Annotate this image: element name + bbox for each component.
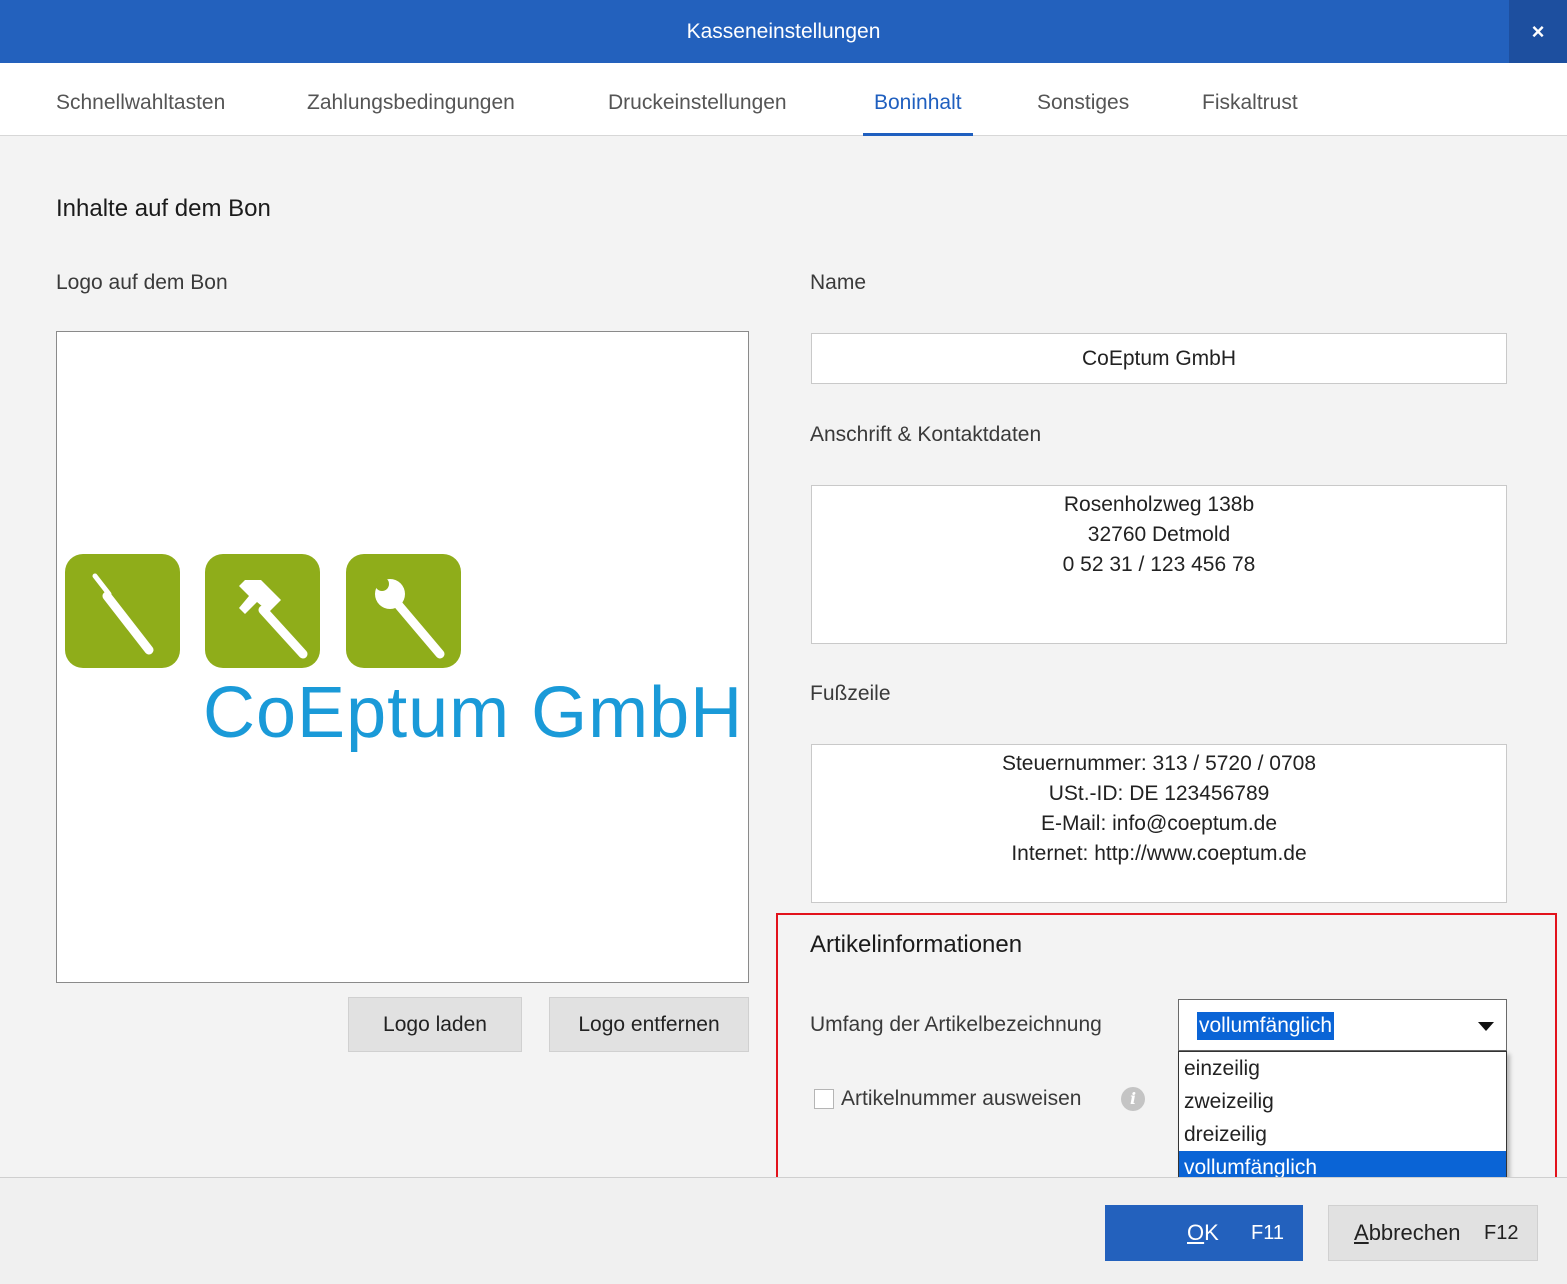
tab-zahlungsbedingungen[interactable]: Zahlungsbedingungen	[307, 63, 515, 136]
option-einzeilig[interactable]: einzeilig	[1179, 1052, 1506, 1085]
footer-textarea[interactable]: Steuernummer: 313 / 5720 / 0708 USt.-ID:…	[811, 744, 1507, 903]
tab-druckeinstellungen[interactable]: Druckeinstellungen	[608, 63, 787, 136]
ok-label: OK	[1187, 1220, 1219, 1245]
section-title: Inhalte auf dem Bon	[56, 195, 271, 222]
option-dreizeilig[interactable]: dreizeilig	[1179, 1118, 1506, 1151]
close-icon: ×	[1531, 19, 1545, 44]
article-number-label[interactable]: Artikelnummer ausweisen	[841, 1087, 1081, 1111]
close-button[interactable]: ×	[1509, 0, 1567, 63]
wrench-icon	[346, 554, 461, 668]
tab-fiskaltrust[interactable]: Fiskaltrust	[1202, 63, 1298, 136]
article-info-title: Artikelinformationen	[810, 931, 1023, 958]
footer-line: Steuernummer: 313 / 5720 / 0708	[1001, 752, 1317, 775]
content-area: Inhalte auf dem Bon Logo auf dem Bon CoE…	[0, 137, 1567, 1200]
cancel-label: Abbrechen	[1354, 1220, 1461, 1245]
chevron-down-icon	[1478, 1022, 1494, 1031]
tab-boninhalt[interactable]: Boninhalt	[863, 63, 973, 136]
address-line: 0 52 31 / 123 456 78	[1062, 553, 1256, 576]
article-number-checkbox[interactable]	[814, 1089, 834, 1109]
address-line: Rosenholzweg 138b	[1063, 493, 1255, 516]
screwdriver-icon	[65, 554, 180, 668]
option-zweizeilig[interactable]: zweizeilig	[1179, 1085, 1506, 1118]
dialog-footer: OK F11 Abbrechen F12	[0, 1177, 1567, 1284]
ok-shortcut: F11	[1251, 1222, 1284, 1244]
title-bar: Kasseneinstellungen ×	[0, 0, 1567, 63]
cancel-button[interactable]: Abbrechen F12	[1328, 1205, 1538, 1261]
footer-line: Internet: http://www.coeptum.de	[1011, 842, 1307, 865]
name-label: Name	[810, 271, 867, 294]
logo-label: Logo auf dem Bon	[56, 271, 228, 294]
logo-preview: CoEptum GmbH	[56, 331, 749, 983]
logo-company-text: CoEptum GmbH	[203, 673, 744, 753]
remove-logo-button[interactable]: Logo entfernen	[549, 997, 749, 1052]
hammer-icon	[205, 554, 320, 668]
footer-line: E-Mail: info@coeptum.de	[1040, 812, 1278, 835]
scope-dropdown: einzeilig zweizeilig dreizeilig vollumfä…	[1178, 1051, 1507, 1186]
ok-button[interactable]: OK F11	[1105, 1205, 1303, 1261]
scope-selected-value: vollumfänglich	[1197, 1012, 1335, 1040]
address-label: Anschrift & Kontaktdaten	[810, 423, 1042, 446]
load-logo-button[interactable]: Logo laden	[348, 997, 522, 1052]
address-textarea[interactable]: Rosenholzweg 138b 32760 Detmold 0 52 31 …	[811, 485, 1507, 644]
tab-schnellwahltasten[interactable]: Schnellwahltasten	[56, 63, 225, 136]
window-title: Kasseneinstellungen	[686, 20, 881, 43]
info-icon[interactable]: i	[1121, 1087, 1145, 1111]
scope-select[interactable]: vollumfänglich	[1178, 999, 1507, 1051]
cancel-shortcut: F12	[1484, 1222, 1519, 1244]
tab-bar: Schnellwahltasten Zahlungsbedingungen Dr…	[0, 63, 1567, 136]
footer-text-label: Fußzeile	[810, 682, 891, 705]
name-input[interactable]: CoEptum GmbH	[811, 333, 1507, 384]
address-line: 32760 Detmold	[1087, 523, 1231, 546]
tab-sonstiges[interactable]: Sonstiges	[1037, 63, 1129, 136]
footer-line: USt.-ID: DE 123456789	[1048, 782, 1270, 805]
scope-label: Umfang der Artikelbezeichnung	[810, 1013, 1102, 1036]
